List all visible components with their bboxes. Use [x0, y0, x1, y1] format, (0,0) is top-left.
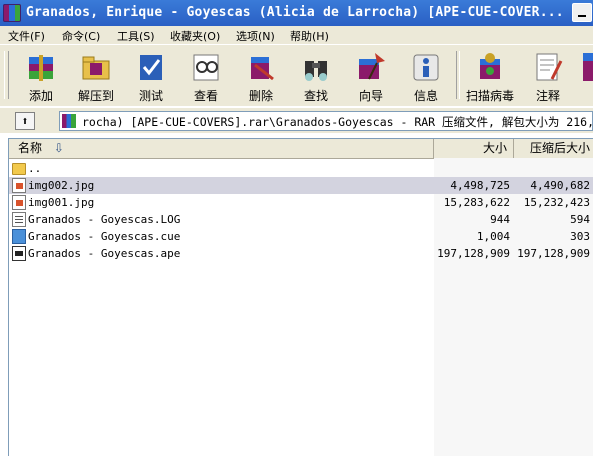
file-packed-size: 15,232,423: [523, 196, 590, 209]
file-size: 4,498,725: [450, 179, 510, 192]
table-row[interactable]: ..: [9, 160, 593, 177]
column-header-name[interactable]: 名称 ⇩: [9, 139, 434, 158]
info-icon: [413, 54, 439, 81]
sort-descending-icon: ⇩: [53, 141, 64, 155]
info-button[interactable]: 信息: [402, 49, 450, 103]
window-title: Granados, Enrique - Goyescas (Alicia de …: [26, 5, 564, 20]
comment-label: 注释: [535, 89, 560, 103]
virus-scan-icon: [480, 53, 500, 79]
menu-favorites[interactable]: 收藏夹(O): [170, 28, 220, 44]
toolbar-grip[interactable]: [4, 51, 9, 99]
test-button[interactable]: 测试: [127, 49, 175, 103]
file-packed-size: 197,128,909: [517, 247, 590, 260]
file-name: ..: [28, 162, 42, 175]
file-size: 197,128,909: [437, 247, 510, 260]
file-packed-size: 594: [570, 213, 590, 226]
toolbar-overflow-icon[interactable]: [582, 51, 593, 83]
toolbar-separator: [456, 51, 460, 99]
menu-options[interactable]: 选项(N): [236, 28, 275, 44]
up-one-level-button[interactable]: ⬆: [15, 112, 35, 130]
menu-help[interactable]: 帮助(H): [290, 28, 329, 44]
table-row[interactable]: Granados - Goyescas.cue 1,004 303: [9, 228, 593, 245]
extract-to-icon: [82, 56, 110, 80]
view-icon: [193, 54, 219, 81]
table-row[interactable]: img001.jpg 15,283,622 15,232,423: [9, 194, 593, 211]
title-bar[interactable]: Granados, Enrique - Goyescas (Alicia de …: [0, 0, 593, 26]
file-size: 1,004: [476, 230, 510, 243]
cue-file-icon: [12, 229, 26, 244]
archive-icon: [62, 114, 76, 128]
up-arrow-icon: ⬆: [21, 114, 29, 128]
winrar-app-icon[interactable]: [3, 4, 21, 22]
virus-scan-label: 扫描病毒: [466, 89, 515, 103]
menu-tools[interactable]: 工具(S): [117, 28, 155, 44]
table-row[interactable]: img002.jpg 4,498,725 4,490,682: [9, 177, 593, 194]
column-header-size[interactable]: 大小: [434, 139, 514, 158]
path-text: rocha) [APE-CUE-COVERS].rar\Granados-Goy…: [82, 115, 592, 129]
file-size: 15,283,622: [443, 196, 510, 209]
find-button[interactable]: 查找: [292, 49, 340, 103]
column-header-packed[interactable]: 压缩后大小: [514, 139, 593, 158]
info-label: 信息: [413, 89, 438, 103]
jpg-file-icon: [12, 178, 26, 193]
file-name: Granados - Goyescas.LOG: [28, 213, 181, 226]
address-bar: ⬆ rocha) [APE-CUE-COVERS].rar\Granados-G…: [0, 107, 593, 133]
toolbar: 添加 解压到 测试 查看 删除 查找 向导 信息 扫描病毒 注释: [0, 44, 593, 106]
extract-to-label: 解压到: [77, 89, 114, 103]
file-packed-size: 4,490,682: [530, 179, 590, 192]
file-name: Granados - Goyescas.cue: [28, 230, 181, 243]
virus-scan-button[interactable]: 扫描病毒: [466, 49, 514, 103]
file-list[interactable]: 名称 ⇩ 大小 压缩后大小 .. img002.jpg 4,498,725 4,…: [8, 138, 593, 456]
test-label: 测试: [138, 89, 163, 103]
comment-icon: [536, 53, 563, 81]
delete-button[interactable]: 删除: [237, 49, 285, 103]
find-label: 查找: [303, 89, 328, 103]
folder-up-icon: [12, 163, 26, 175]
menu-commands[interactable]: 命令(C): [62, 28, 100, 44]
wizard-label: 向导: [358, 89, 383, 103]
menu-file[interactable]: 文件(F): [8, 28, 45, 44]
menu-bar: 文件(F) 命令(C) 工具(S) 收藏夹(O) 选项(N) 帮助(H): [0, 26, 593, 44]
wizard-icon: [359, 53, 385, 80]
file-name: img002.jpg: [28, 179, 95, 192]
list-header: 名称 ⇩ 大小 压缩后大小: [9, 139, 593, 159]
ape-file-icon: [12, 246, 26, 261]
file-name: img001.jpg: [28, 196, 95, 209]
extract-to-button[interactable]: 解压到: [72, 49, 120, 103]
view-button[interactable]: 查看: [182, 49, 230, 103]
table-row[interactable]: Granados - Goyescas.LOG 944 594: [9, 211, 593, 228]
find-icon: [305, 61, 327, 81]
delete-icon: [251, 57, 274, 81]
file-size: 944: [490, 213, 510, 226]
jpg-file-icon: [12, 195, 26, 210]
table-row[interactable]: Granados - Goyescas.ape 197,128,909 197,…: [9, 245, 593, 262]
delete-label: 删除: [248, 89, 273, 103]
column-name-label: 名称: [18, 141, 43, 155]
add-label: 添加: [28, 89, 53, 103]
wizard-button[interactable]: 向导: [347, 49, 395, 103]
view-label: 查看: [193, 89, 218, 103]
comment-button[interactable]: 注释: [524, 49, 572, 103]
add-button[interactable]: 添加: [17, 49, 65, 103]
file-packed-size: 303: [570, 230, 590, 243]
minimize-button[interactable]: [572, 3, 592, 22]
test-icon: [140, 55, 162, 80]
file-name: Granados - Goyescas.ape: [28, 247, 181, 260]
path-field[interactable]: rocha) [APE-CUE-COVERS].rar\Granados-Goy…: [59, 111, 593, 131]
log-file-icon: [12, 212, 26, 227]
add-archive-icon: [29, 55, 53, 81]
